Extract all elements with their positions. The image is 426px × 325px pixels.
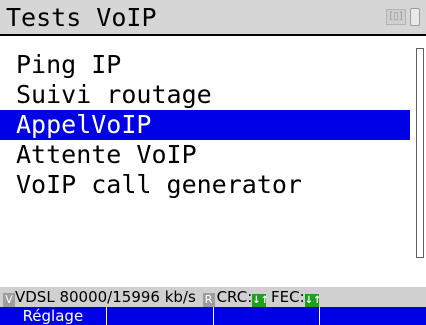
softkey-2[interactable] (107, 307, 214, 325)
title-bar: Tests VoIP [▯] (0, 0, 426, 36)
fec-label: FEC: (271, 288, 305, 306)
crc-label: CRC: (216, 288, 253, 306)
status-bar: V VDSL 80000/15996 kb/s R CRC:↓↑ FEC:↓↑ (0, 287, 426, 308)
vdsl-badge: V (3, 293, 15, 307)
device-screen: Tests VoIP [▯] Ping IP Suivi routage App… (0, 0, 426, 325)
menu-item-attente-voip[interactable]: Attente VoIP (0, 140, 410, 170)
softkey-3[interactable] (214, 307, 321, 325)
crc-status-icon: ↓↑ (252, 294, 270, 308)
r-badge: R (202, 293, 215, 307)
menu-item-suivi-routage[interactable]: Suivi routage (0, 80, 410, 110)
menu-item-ping-ip[interactable]: Ping IP (0, 50, 410, 80)
menu-item-voip-call-generator[interactable]: VoIP call generator (0, 170, 410, 200)
link-rate-text: VDSL 80000/15996 kb/s (15, 288, 196, 306)
menu-item-appel-voip[interactable]: AppelVoIP (0, 110, 410, 140)
test-menu: Ping IP Suivi routage AppelVoIP Attente … (0, 50, 410, 200)
softkey-4[interactable] (320, 307, 426, 325)
fec-status-icon: ↓↑ (304, 294, 322, 308)
title-icons: [▯] (386, 8, 420, 26)
softkey-bar: Réglage (0, 307, 426, 325)
lan-icon: [▯] (386, 9, 406, 25)
page-title: Tests VoIP (6, 3, 157, 32)
softkey-reglage[interactable]: Réglage (0, 307, 107, 325)
menu-scrollbar[interactable] (416, 48, 424, 258)
battery-icon (410, 8, 420, 26)
